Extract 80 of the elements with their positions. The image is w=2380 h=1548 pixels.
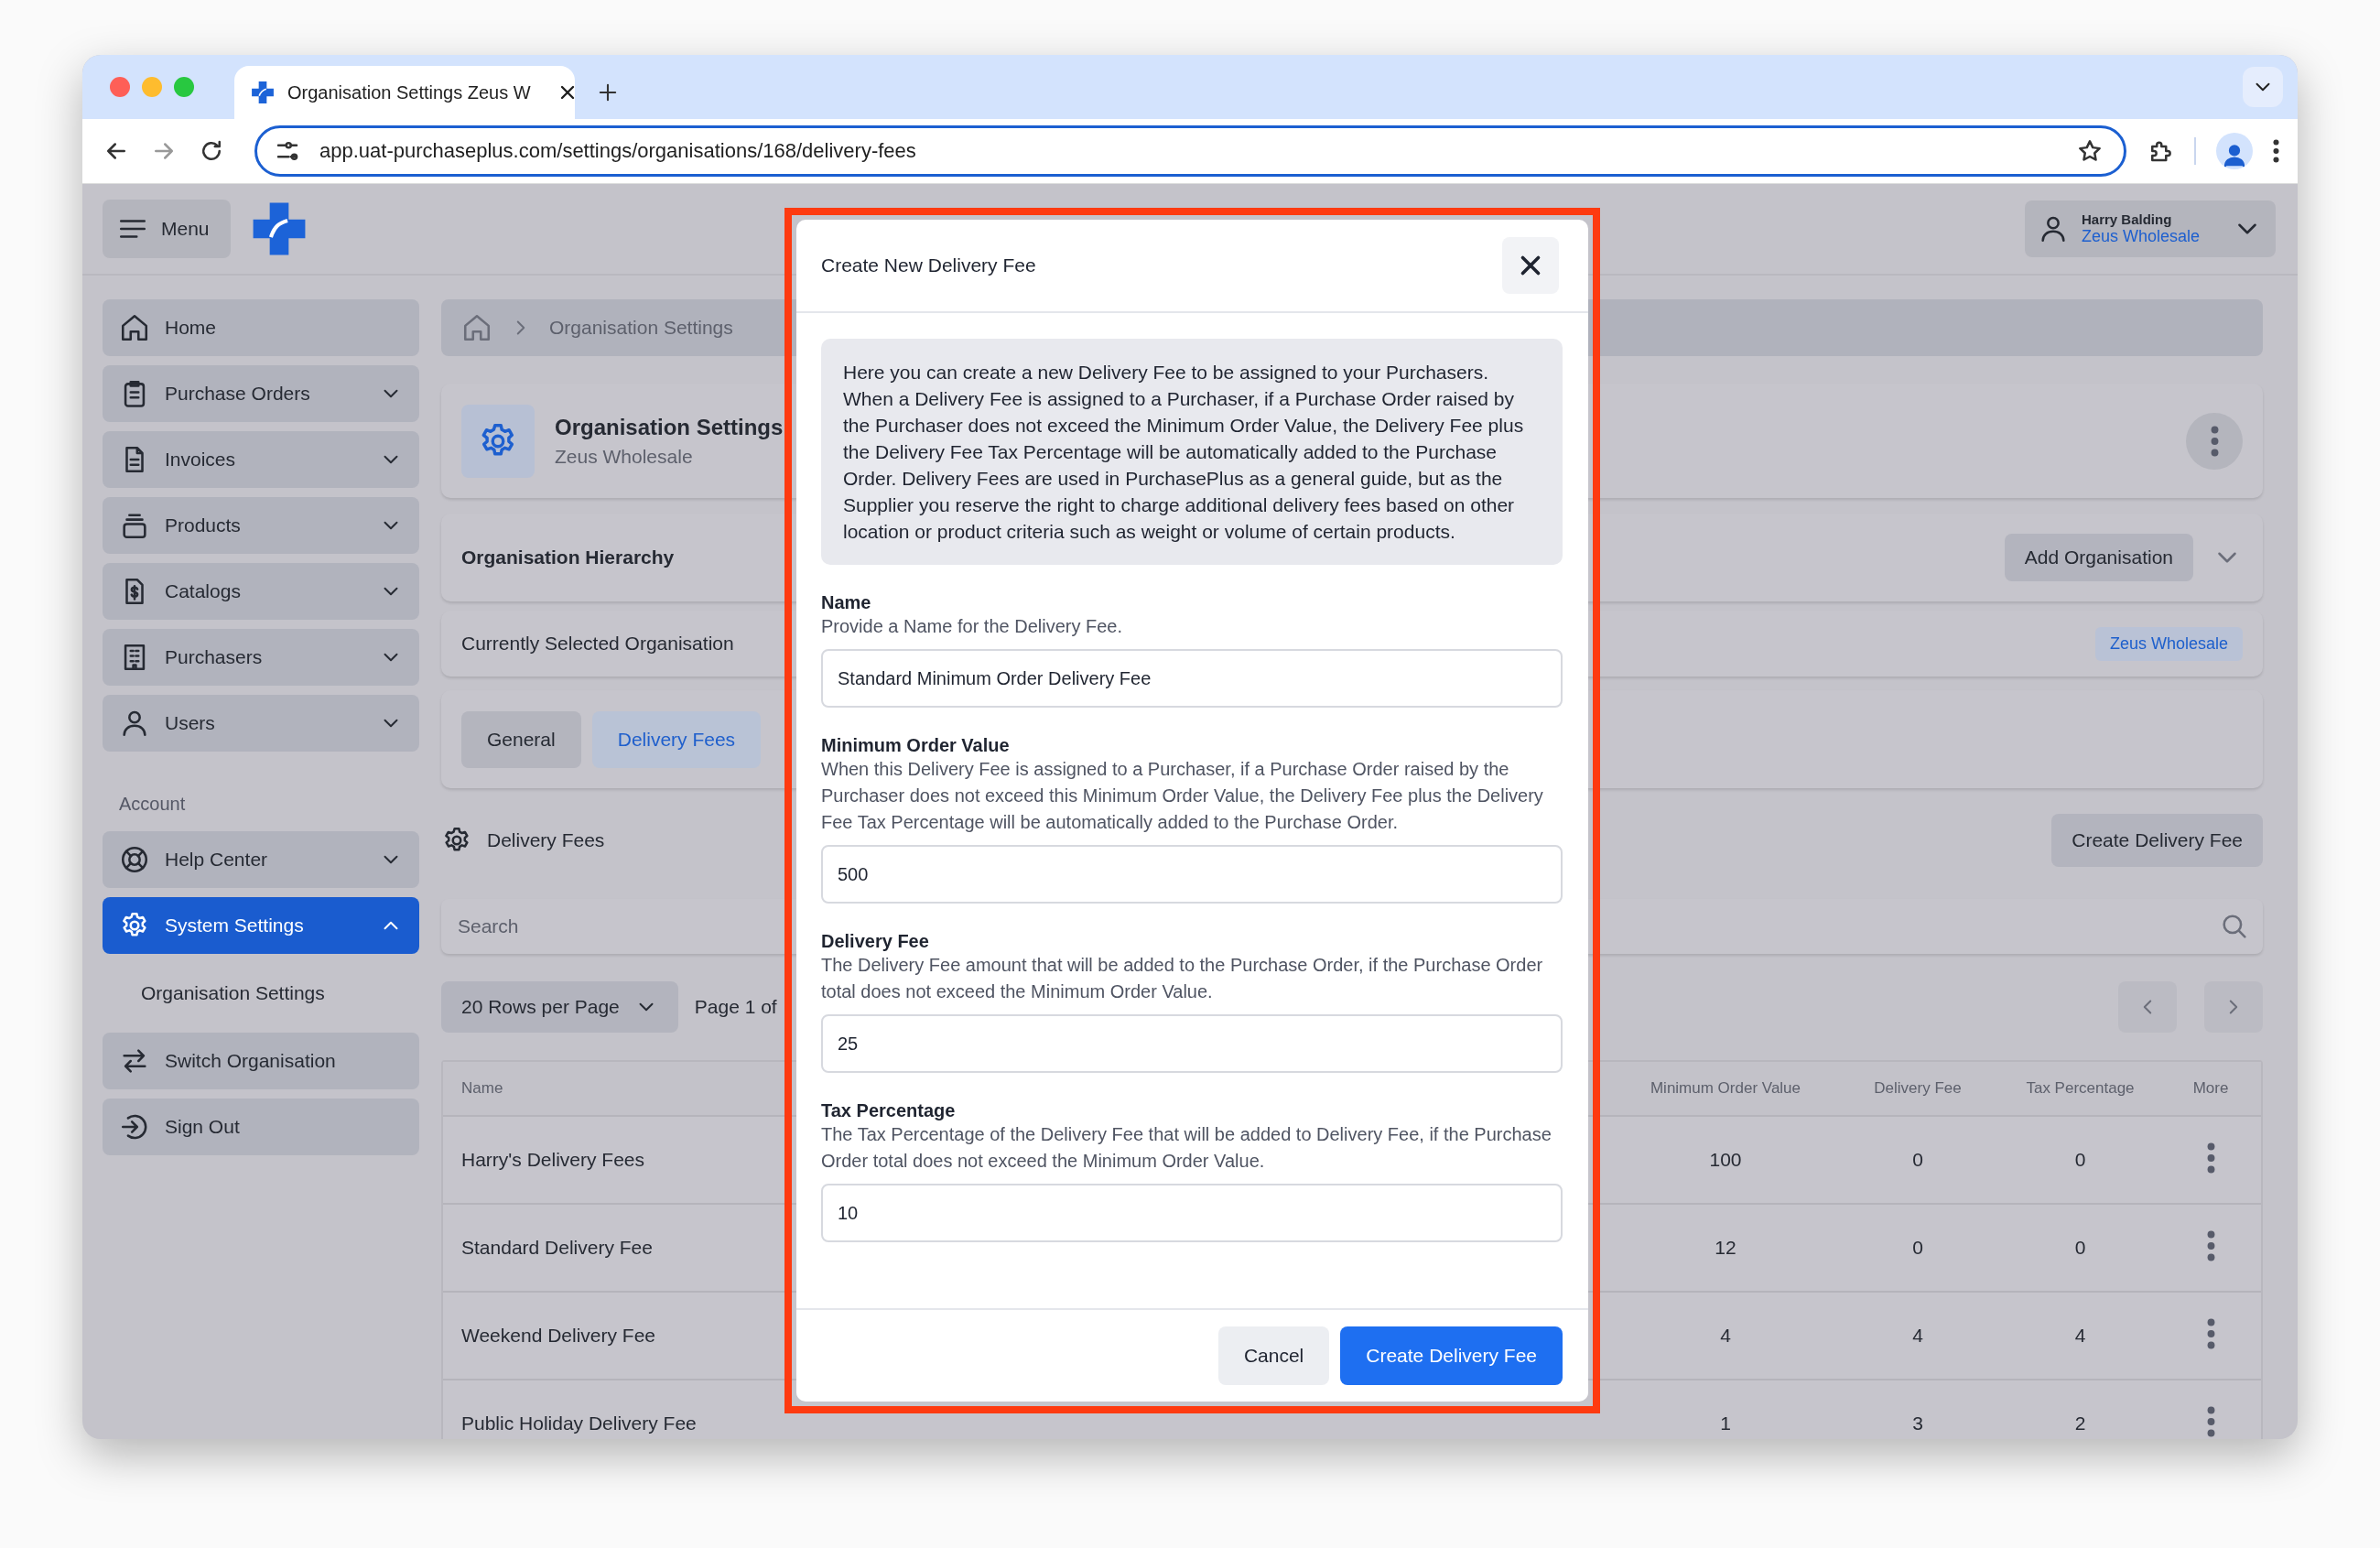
section-title: Delivery Fees xyxy=(487,829,605,851)
sidebar-item[interactable]: Purchase Orders xyxy=(103,365,419,422)
sidebar-item[interactable]: Home xyxy=(103,299,419,356)
cross-logo xyxy=(251,200,308,257)
input-field[interactable]: 10 xyxy=(821,1184,1563,1242)
input-field[interactable]: 500 xyxy=(821,845,1563,904)
cross-logo xyxy=(251,81,275,104)
table-cell: 100 xyxy=(1709,1149,1742,1171)
table-cell: 0 xyxy=(2074,1237,2086,1259)
field-label: Tax Percentage xyxy=(821,1100,957,1121)
sidebar-item[interactable]: Users xyxy=(103,695,419,752)
field-hint: Provide a Name for the Delivery Fee. xyxy=(821,615,1124,638)
sidebar-item[interactable]: Help Center xyxy=(103,831,419,888)
close-light[interactable] xyxy=(110,77,130,97)
input-field[interactable]: Standard Minimum Order Delivery Fee xyxy=(821,649,1563,708)
page-subtitle: Zeus Wholesale xyxy=(555,445,694,468)
cancel-button[interactable]: Cancel xyxy=(1217,1326,1330,1385)
create-delivery-fee-button[interactable]: Create Delivery Fee xyxy=(2051,814,2263,867)
close-button[interactable] xyxy=(1502,237,1559,294)
field-label: Name xyxy=(821,592,872,613)
column-header: Minimum Order Value xyxy=(1650,1079,1801,1098)
sidebar-item[interactable]: Purchasers xyxy=(103,629,419,686)
home-icon[interactable] xyxy=(461,312,492,343)
table-cell-text: Standard Delivery Fee xyxy=(460,1237,653,1259)
tab-list-button[interactable] xyxy=(2243,67,2283,107)
column-header: Name xyxy=(460,1079,504,1098)
sidebar-item[interactable]: Catalogs xyxy=(103,563,419,620)
table-cell-text: Public Holiday Delivery Fee xyxy=(460,1413,697,1434)
table-cell-text: Harry's Delivery Fees xyxy=(460,1149,645,1171)
kebab-icon[interactable] xyxy=(2273,139,2279,163)
column-header: More xyxy=(2192,1079,2229,1098)
table-cell: 4 xyxy=(1720,1325,1731,1347)
card-title: Organisation Hierarchy xyxy=(461,547,675,568)
menu-button[interactable]: Menu xyxy=(103,200,231,258)
sidebar-item[interactable]: Sign Out xyxy=(103,1099,419,1155)
lifebuoy-icon xyxy=(119,844,150,875)
add-organisation-button[interactable]: Add Organisation xyxy=(2004,534,2193,581)
table-cell: 1 xyxy=(1720,1413,1731,1434)
table-cell: 0 xyxy=(1912,1149,1923,1171)
table-cell-text: Weekend Delivery Fee xyxy=(460,1325,656,1347)
section-heading: Account xyxy=(118,793,187,816)
home-icon xyxy=(119,312,150,343)
table-cell: 0 xyxy=(2074,1149,2086,1171)
sidebar-subitem[interactable]: Organisation Settings xyxy=(103,963,325,1023)
user-organisation: Zeus Wholesale xyxy=(2082,227,2202,246)
rows-per-page-dropdown[interactable]: 20 Rows per Page xyxy=(441,981,678,1033)
field-label: Minimum Order Value xyxy=(821,735,1011,756)
url-text: app.uat-purchaseplus.com/settings/organisations/168/delivery-fees xyxy=(319,139,916,163)
card-label: Currently Selected Organisation xyxy=(461,633,734,655)
user-menu[interactable]: Harry Balding Zeus Wholesale xyxy=(2025,200,2276,257)
field-hint: When this Delivery Fee is assigned to a Purchaser, if a Purchase Order raised by the Purchaser does not exceed this Minimum Order Value, the Delivery Fee plus the Delivery Fee Tax Percentage will be automatically added to the Purchase Order. xyxy=(821,758,1544,834)
create-button[interactable]: Create Delivery Fee xyxy=(1340,1326,1563,1385)
field-hint: The Tax Percentage of the Delivery Fee that will be added to Delivery Fee, if the Purchase Order total does not exceed the Minimum Order Value. xyxy=(821,1123,1552,1173)
table-cell: 4 xyxy=(2074,1325,2086,1347)
address-bar[interactable]: app.uat-purchaseplus.com/settings/organisations/168/delivery-fees xyxy=(254,125,2126,177)
dialog-title: Create New Delivery Fee xyxy=(821,254,1037,276)
page-title: Organisation Settings xyxy=(555,414,784,440)
field-label: Delivery Fee xyxy=(821,931,930,952)
sidebar-item[interactable]: Switch Organisation xyxy=(103,1033,419,1089)
profile-avatar[interactable] xyxy=(2216,133,2253,169)
sidebar-item[interactable]: Products xyxy=(103,497,419,554)
column-header: Delivery Fee xyxy=(1874,1079,1962,1098)
sidebar-item[interactable]: Invoices xyxy=(103,431,419,488)
field-hint: The Delivery Fee amount that will be added to the Purchase Order, if the Purchase Order total does not exceed the Minimum Order Value. xyxy=(821,954,1544,1003)
info-text: Here you can create a new Delivery Fee to be assigned to your Purchasers. When a Delivery Fee is assigned to a Purchaser, if a Purchase Order raised by the Purchaser does not exceed the Minimum Order Value, the Delivery Fee plus the Delivery Fee Tax Percentage will be automatically added to the Purchase Order. Delivery Fees are used in PurchasePlus as a general guide, but as the Supplier you reserve the right to charge additional delivery fees based on other location or product criteria such as weight or volume of certain products. xyxy=(821,339,1563,565)
browser-tab[interactable]: Organisation Settings Zeus W xyxy=(234,66,575,119)
user-name: Harry Balding xyxy=(2082,211,2173,227)
column-header: Tax Percentage xyxy=(2026,1079,2135,1098)
table-cell: 4 xyxy=(1912,1325,1923,1347)
sidebar-item[interactable]: System Settings xyxy=(103,897,419,954)
table-cell: 3 xyxy=(1912,1413,1923,1434)
table-cell: 12 xyxy=(1715,1237,1736,1259)
tab[interactable]: General xyxy=(461,710,581,768)
input-field[interactable]: 25 xyxy=(821,1014,1563,1073)
table-cell: 0 xyxy=(1912,1237,1923,1259)
page-info: Page 1 of xyxy=(694,996,777,1018)
organisation-badge: Zeus Wholesale xyxy=(2094,626,2243,661)
kebab-icon xyxy=(2210,425,2219,457)
table-cell: 2 xyxy=(2074,1413,2086,1434)
tab-title: Organisation Settings Zeus W xyxy=(287,81,531,103)
